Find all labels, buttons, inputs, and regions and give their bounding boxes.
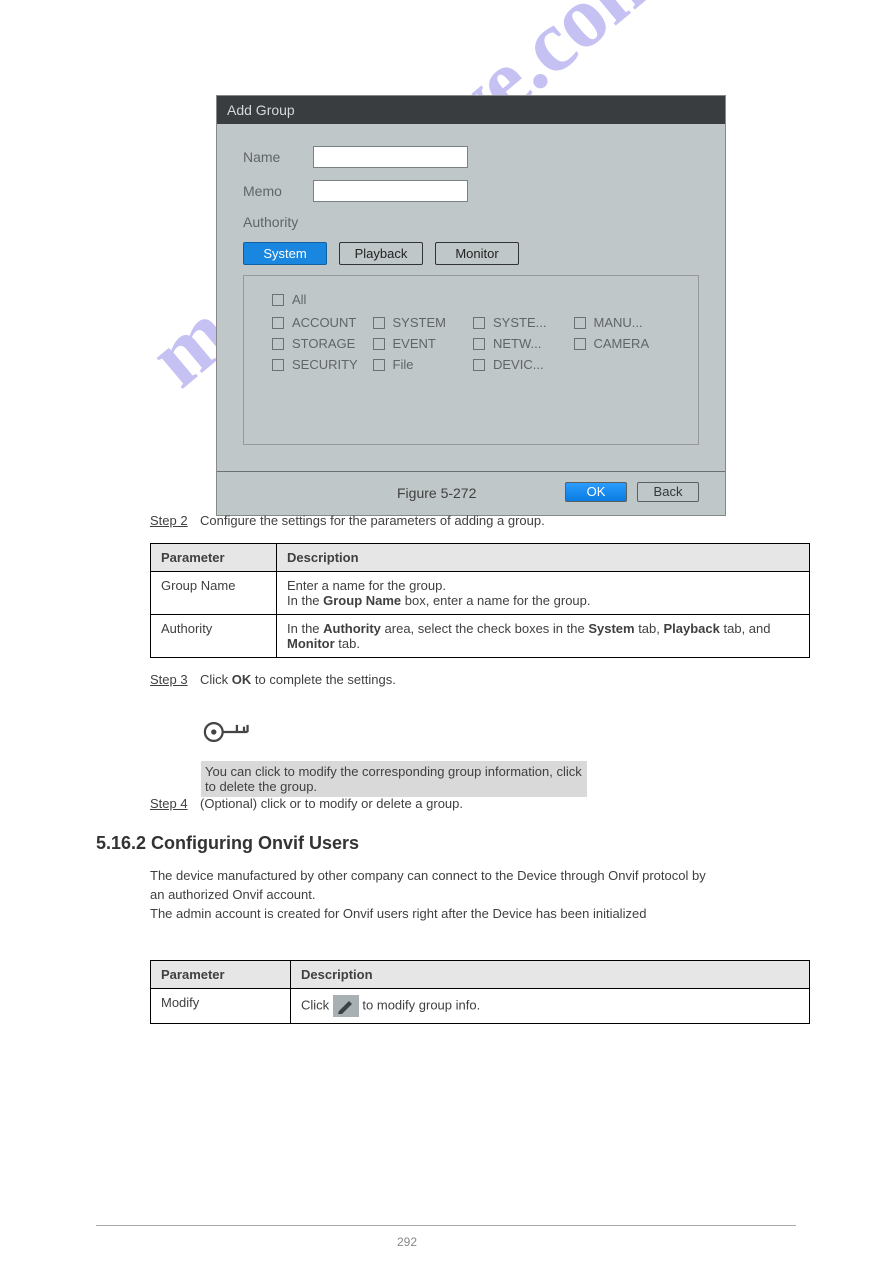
section-heading: 5.16.2 Configuring Onvif Users: [96, 833, 359, 854]
table-row: Authority In the Authority area, select …: [151, 615, 810, 658]
parameter-table-1: Parameter Description Group Name Enter a…: [150, 543, 810, 658]
figure-caption: Figure 5-272: [397, 485, 476, 501]
perm-label: SYSTEM: [393, 315, 446, 330]
perm-devic[interactable]: DEVIC...: [473, 357, 570, 372]
checkbox-icon[interactable]: [473, 338, 485, 350]
step-4-label: Step 4: [150, 796, 188, 811]
td-desc: Click to modify group info.: [291, 989, 810, 1024]
footer-divider: [96, 1225, 796, 1226]
paragraph: an authorized Onvif account.: [150, 885, 316, 905]
parameter-table-2: Parameter Description Modify Click to mo…: [150, 960, 810, 1024]
checkbox-icon[interactable]: [373, 338, 385, 350]
dialog-title: Add Group: [217, 96, 725, 124]
th-description: Description: [277, 544, 810, 572]
checkbox-icon[interactable]: [272, 317, 284, 329]
perm-label: MANU...: [594, 315, 643, 330]
permission-panel: All ACCOUNT SYSTEM SYSTE... MANU... STOR…: [243, 275, 699, 445]
checkbox-icon[interactable]: [272, 294, 284, 306]
perm-all-label: All: [292, 292, 306, 307]
checkbox-icon[interactable]: [272, 338, 284, 350]
td-desc: Enter a name for the group. In the Group…: [277, 572, 810, 615]
perm-label: SYSTE...: [493, 315, 546, 330]
perm-manu[interactable]: MANU...: [574, 315, 671, 330]
perm-label: File: [393, 357, 414, 372]
step-2-text: Configure the settings for the parameter…: [200, 513, 545, 528]
perm-system[interactable]: SYSTEM: [373, 315, 470, 330]
perm-syste[interactable]: SYSTE...: [473, 315, 570, 330]
paragraph: The admin account is created for Onvif u…: [150, 904, 646, 924]
perm-security[interactable]: SECURITY: [272, 357, 369, 372]
perm-label: DEVIC...: [493, 357, 544, 372]
name-input[interactable]: [313, 146, 468, 168]
step-3-label: Step 3: [150, 672, 188, 687]
back-button[interactable]: Back: [637, 482, 699, 502]
td-param: Authority: [151, 615, 277, 658]
perm-netw[interactable]: NETW...: [473, 336, 570, 351]
tab-playback[interactable]: Playback: [339, 242, 423, 265]
table-header-row: Parameter Description: [151, 961, 810, 989]
perm-event[interactable]: EVENT: [373, 336, 470, 351]
table-header-row: Parameter Description: [151, 544, 810, 572]
ok-button[interactable]: OK: [565, 482, 627, 502]
perm-label: ACCOUNT: [292, 315, 356, 330]
memo-label: Memo: [243, 183, 313, 199]
authority-label: Authority: [243, 214, 313, 230]
edit-icon: [333, 995, 359, 1017]
step-4-text: (Optional) click or to modify or delete …: [200, 796, 463, 811]
paragraph: The device manufactured by other company…: [150, 866, 706, 886]
perm-label: SECURITY: [292, 357, 358, 372]
checkbox-icon[interactable]: [373, 317, 385, 329]
td-param: Modify: [151, 989, 291, 1024]
perm-label: STORAGE: [292, 336, 355, 351]
name-label: Name: [243, 149, 313, 165]
td-desc: In the Authority area, select the check …: [277, 615, 810, 658]
perm-camera[interactable]: CAMERA: [574, 336, 671, 351]
th-parameter: Parameter: [151, 961, 291, 989]
perm-label: EVENT: [393, 336, 436, 351]
th-parameter: Parameter: [151, 544, 277, 572]
table-row: Modify Click to modify group info.: [151, 989, 810, 1024]
step-3-text: Click OK to complete the settings.: [200, 672, 396, 687]
perm-account[interactable]: ACCOUNT: [272, 315, 369, 330]
perm-file[interactable]: File: [373, 357, 470, 372]
checkbox-icon[interactable]: [272, 359, 284, 371]
step-2-label: Step 2: [150, 513, 188, 528]
page-number: 292: [397, 1235, 417, 1249]
perm-storage[interactable]: STORAGE: [272, 336, 369, 351]
memo-input[interactable]: [313, 180, 468, 202]
note-highlight: You can click to modify the correspondin…: [201, 761, 587, 797]
perm-label: NETW...: [493, 336, 541, 351]
checkbox-icon[interactable]: [373, 359, 385, 371]
perm-all[interactable]: All: [272, 292, 670, 307]
th-description: Description: [291, 961, 810, 989]
tab-system[interactable]: System: [243, 242, 327, 265]
key-note-icon: [201, 716, 255, 751]
td-param: Group Name: [151, 572, 277, 615]
perm-label: CAMERA: [594, 336, 650, 351]
table-row: Group Name Enter a name for the group. I…: [151, 572, 810, 615]
checkbox-icon[interactable]: [473, 359, 485, 371]
checkbox-icon[interactable]: [574, 317, 586, 329]
checkbox-icon[interactable]: [574, 338, 586, 350]
tab-monitor[interactable]: Monitor: [435, 242, 519, 265]
checkbox-icon[interactable]: [473, 317, 485, 329]
add-group-dialog: Add Group Name Memo Authority System Pla…: [216, 95, 726, 516]
